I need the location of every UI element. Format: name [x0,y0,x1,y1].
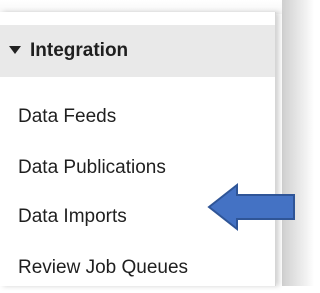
integration-menu-panel: Integration Data Feeds Data Publications… [0,12,276,286]
menu-item-label: Review Job Queues [18,257,189,278]
integration-menu-title: Integration [30,40,129,61]
menu-item-label: Data Publications [18,157,166,178]
menu-item-label: Data Imports [18,206,127,227]
menu-item-label: Data Feeds [18,106,117,127]
menu-item-data-feeds[interactable]: Data Feeds [0,92,275,142]
left-arrow-icon [207,182,295,232]
caret-down-icon [9,46,21,54]
right-shadow [282,0,314,286]
integration-menu-header[interactable]: Integration [0,25,275,77]
